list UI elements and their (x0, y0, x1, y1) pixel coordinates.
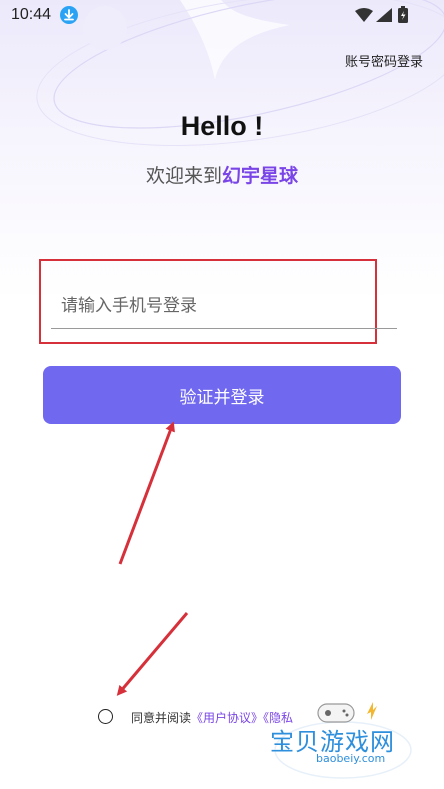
brand-name: 幻宇星球 (222, 165, 299, 187)
watermark-site-url: baobeiy.com (316, 752, 386, 765)
welcome-prefix: 欢迎来到 (145, 165, 222, 187)
greeting-title: Hello ! (180, 111, 264, 141)
signal-icon (376, 8, 392, 22)
phone-input-highlight-box (39, 259, 397, 344)
wifi-icon (355, 8, 373, 22)
status-bar: 10:44 (0, 0, 444, 34)
download-notification-icon (60, 6, 78, 24)
annotation-arrow-to-checkbox (116, 612, 189, 696)
verify-and-login-button[interactable]: 验证并登录 (43, 366, 401, 424)
status-time: 10:44 (11, 6, 52, 23)
welcome-text: 欢迎来到幻宇星球 (0, 161, 444, 188)
annotation-arrow-to-button (118, 421, 175, 565)
phone-number-input[interactable] (51, 283, 397, 329)
site-watermark: 宝贝游戏网 baobeiy.com (268, 692, 418, 784)
agreement-checkbox[interactable] (98, 709, 113, 724)
battery-icon (398, 6, 408, 23)
account-password-login-link[interactable]: 账号密码登录 (345, 51, 423, 70)
agreement-prefix: 同意并阅读 (131, 711, 192, 725)
user-agreement-link[interactable]: 《用户协议》 (191, 711, 263, 725)
